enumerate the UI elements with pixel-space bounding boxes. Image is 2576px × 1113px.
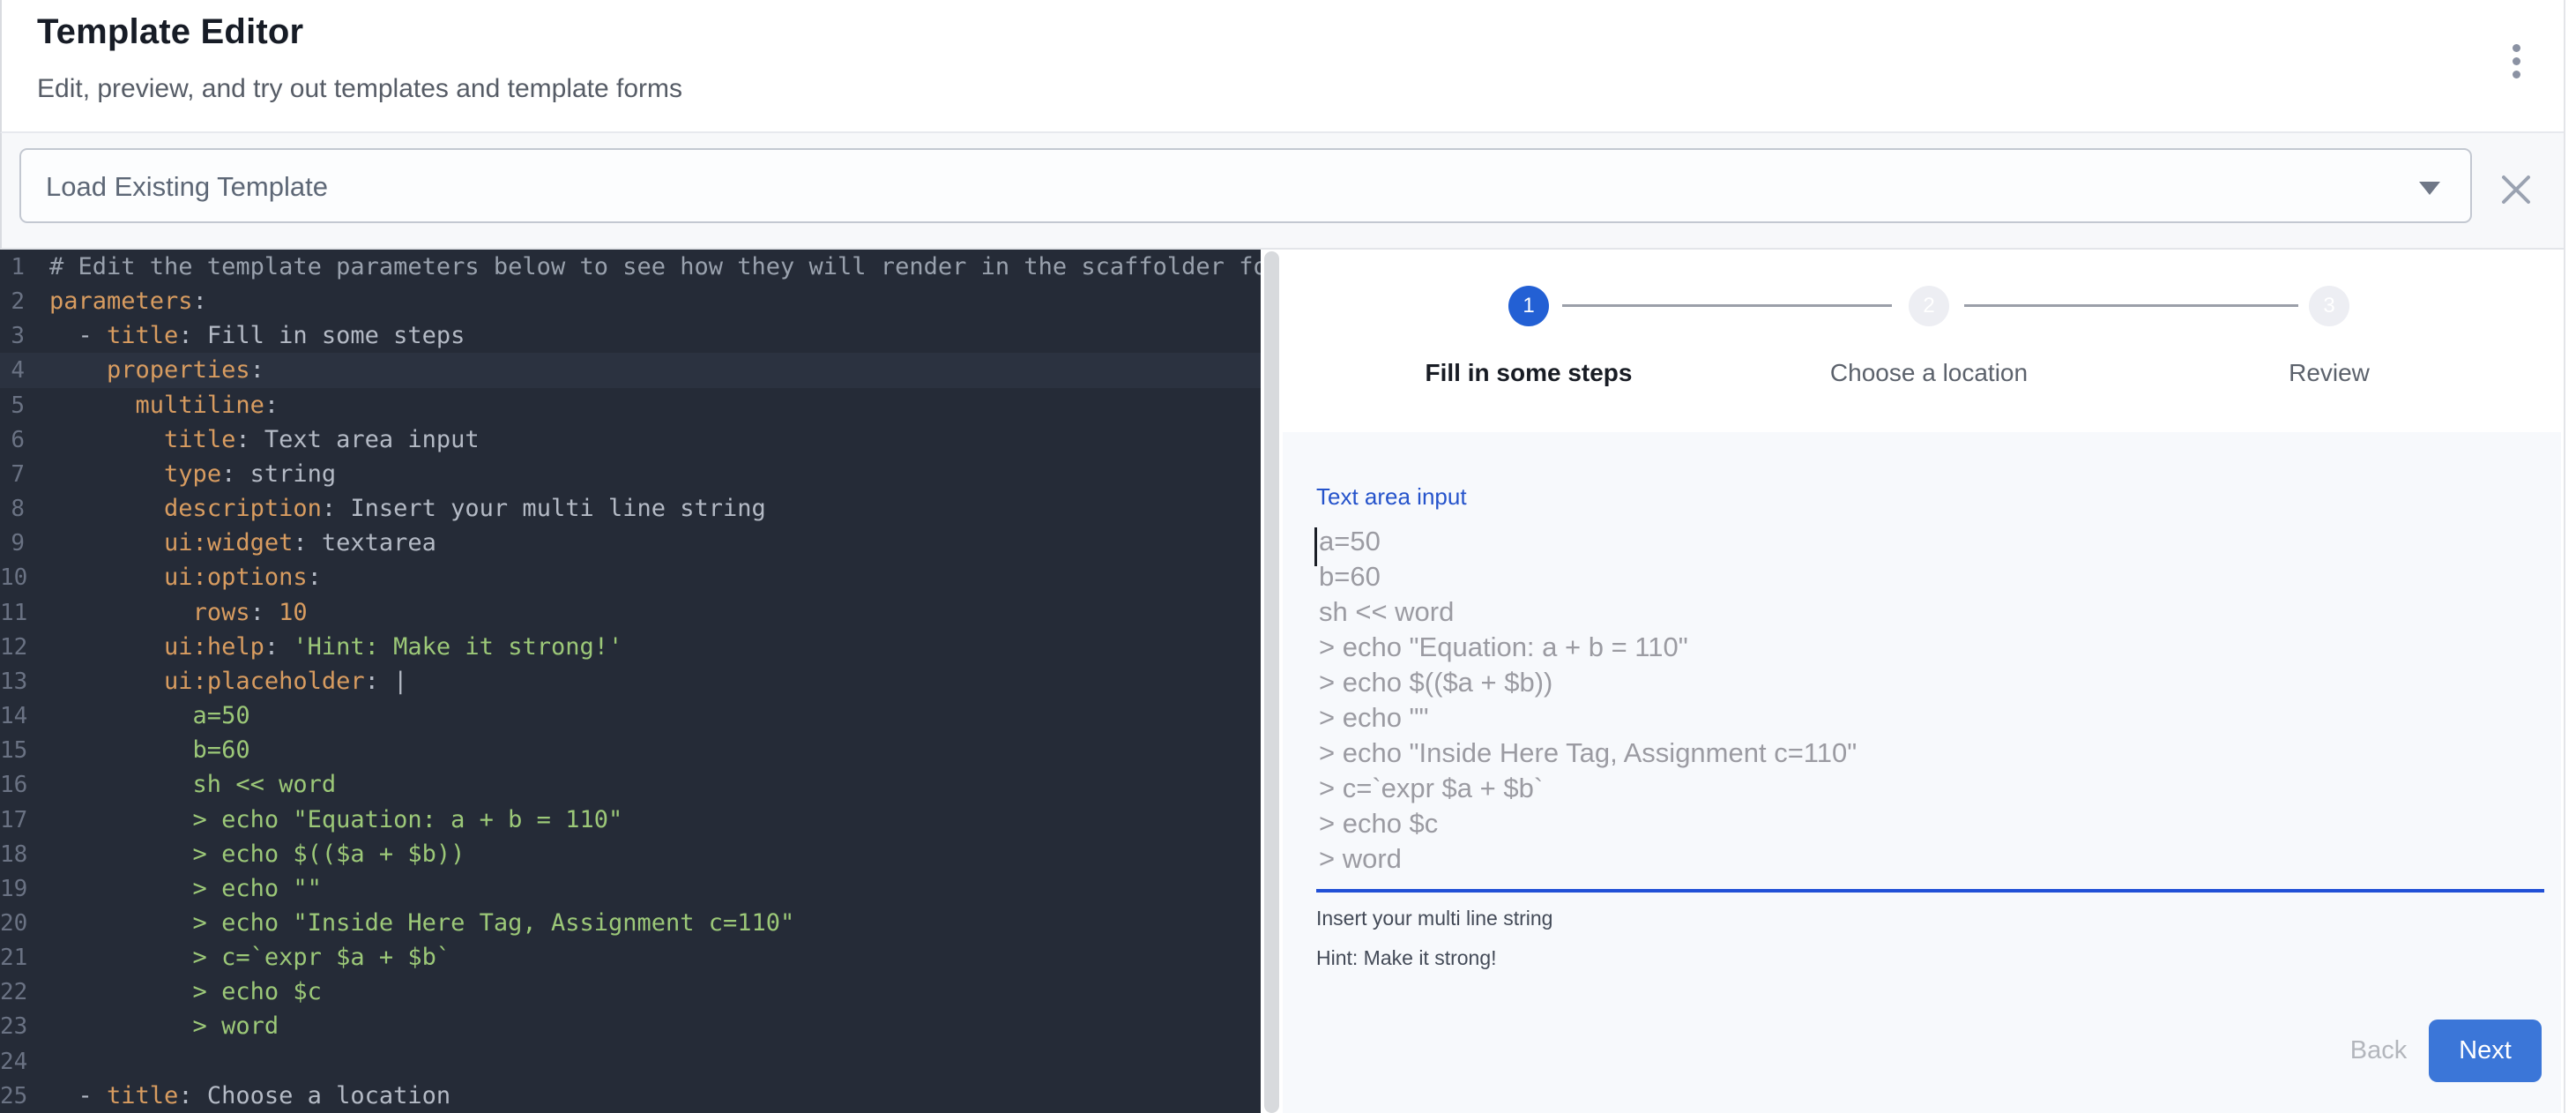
line-number: 25 bbox=[0, 1079, 49, 1113]
textarea-placeholder-line: > echo "Equation: a + b = 110" bbox=[1319, 630, 2531, 665]
editor-line: 16 sh << word bbox=[0, 767, 1261, 802]
template-picker-section: Load Existing Template bbox=[0, 133, 2576, 250]
textarea-placeholder-line: sh << word bbox=[1319, 594, 2531, 630]
editor-line: 25 - title: Choose a location bbox=[0, 1079, 1261, 1113]
line-number: 2 bbox=[0, 285, 49, 319]
textarea-placeholder-line: > word bbox=[1319, 841, 2531, 877]
clear-selection-button[interactable] bbox=[2495, 168, 2537, 211]
step-connector bbox=[1562, 304, 1892, 307]
kebab-menu-icon[interactable] bbox=[2497, 37, 2535, 93]
main-split: 1# Edit the template parameters below to… bbox=[0, 250, 2576, 1113]
line-number: 1 bbox=[0, 250, 49, 285]
step-label-2: Choose a location bbox=[1830, 359, 2028, 387]
editor-line: 12 ui:help: 'Hint: Make it strong!' bbox=[0, 630, 1261, 664]
editor-line: 1# Edit the template parameters below to… bbox=[0, 250, 1261, 284]
line-number: 4 bbox=[0, 354, 49, 388]
editor-line: 20 > echo "Inside Here Tag, Assignment c… bbox=[0, 906, 1261, 940]
scrollbar-gutter[interactable] bbox=[2564, 0, 2576, 1113]
line-number: 6 bbox=[0, 423, 49, 458]
textarea-input[interactable]: a=50b=60sh << word> echo "Equation: a + … bbox=[1314, 524, 2531, 887]
editor-line: 18 > echo $(($a + $b)) bbox=[0, 837, 1261, 871]
pane-divider[interactable] bbox=[1264, 251, 1279, 1113]
line-number: 23 bbox=[0, 1010, 49, 1044]
editor-line: 5 multiline: bbox=[0, 388, 1261, 422]
textarea-placeholder-line: > echo "Inside Here Tag, Assignment c=11… bbox=[1319, 736, 2531, 771]
editor-line: 11 rows: 10 bbox=[0, 595, 1261, 630]
line-number: 15 bbox=[0, 734, 49, 768]
editor-line: 4 properties: bbox=[0, 353, 1261, 387]
line-number: 22 bbox=[0, 975, 49, 1010]
preview-pane: 1 Fill in some steps 2 Choose a location 3 Re… bbox=[1279, 250, 2564, 1113]
step-label-1: Fill in some steps bbox=[1426, 359, 1633, 387]
page-subtitle: Edit, preview, and try out templates and… bbox=[37, 74, 682, 104]
line-number: 3 bbox=[0, 319, 49, 354]
line-number: 10 bbox=[0, 561, 49, 595]
field-help-text: Hint: Make it strong! bbox=[1316, 946, 1497, 970]
editor-line: 13 ui:placeholder: | bbox=[0, 664, 1261, 698]
line-number: 13 bbox=[0, 665, 49, 699]
line-number: 17 bbox=[0, 803, 49, 838]
line-number: 21 bbox=[0, 941, 49, 975]
line-number: 18 bbox=[0, 838, 49, 872]
load-template-select[interactable]: Load Existing Template bbox=[19, 148, 2472, 223]
editor-line: 6 title: Text area input bbox=[0, 422, 1261, 457]
textarea-placeholder-line: > echo "" bbox=[1319, 700, 2531, 736]
textarea-underline bbox=[1316, 889, 2544, 893]
step-label-3: Review bbox=[2289, 359, 2370, 387]
editor-line: 21 > c=`expr $a + $b` bbox=[0, 940, 1261, 975]
editor-line: 7 type: string bbox=[0, 457, 1261, 491]
editor-line: 8 description: Insert your multi line st… bbox=[0, 491, 1261, 526]
editor-line: 2parameters: bbox=[0, 284, 1261, 318]
close-icon bbox=[2495, 168, 2537, 211]
editor-line: 22 > echo $c bbox=[0, 975, 1261, 1009]
textarea-placeholder-line: > c=`expr $a + $b` bbox=[1319, 771, 2531, 806]
page-header: Template Editor Edit, preview, and try o… bbox=[0, 0, 2576, 133]
step-circle-2: 2 bbox=[1909, 286, 1949, 326]
step-connector bbox=[1964, 304, 2298, 307]
textarea-placeholder-line: b=60 bbox=[1319, 559, 2531, 594]
back-button[interactable]: Back bbox=[2330, 1030, 2427, 1071]
line-number: 9 bbox=[0, 527, 49, 561]
line-number: 20 bbox=[0, 907, 49, 941]
editor-line: 3 - title: Fill in some steps bbox=[0, 318, 1261, 353]
field-description: Insert your multi line string bbox=[1316, 907, 1552, 930]
template-editor-page: Template Editor Edit, preview, and try o… bbox=[0, 0, 2576, 1113]
line-number: 8 bbox=[0, 492, 49, 527]
editor-line: 17 > echo "Equation: a + b = 110" bbox=[0, 803, 1261, 837]
editor-line: 15 b=60 bbox=[0, 733, 1261, 767]
editor-line: 10 ui:options: bbox=[0, 560, 1261, 594]
textarea-placeholder-line: > echo $c bbox=[1319, 806, 2531, 841]
line-number: 11 bbox=[0, 596, 49, 631]
chevron-down-icon bbox=[2419, 182, 2440, 195]
line-number: 16 bbox=[0, 768, 49, 803]
form-panel: Text area input a=50b=60sh << word> echo… bbox=[1283, 432, 2561, 1113]
next-button[interactable]: Next bbox=[2429, 1020, 2542, 1082]
line-number: 14 bbox=[0, 699, 49, 734]
editor-line: 19 > echo "" bbox=[0, 871, 1261, 906]
step-circle-3: 3 bbox=[2309, 286, 2349, 326]
editor-line: 23 > word bbox=[0, 1009, 1261, 1043]
line-number: 12 bbox=[0, 631, 49, 665]
text-caret bbox=[1314, 527, 1317, 566]
line-number: 24 bbox=[0, 1045, 49, 1079]
load-template-select-value: Load Existing Template bbox=[46, 171, 328, 203]
textarea-placeholder-line: > echo $(($a + $b)) bbox=[1319, 665, 2531, 700]
page-title: Template Editor bbox=[37, 12, 303, 52]
editor-line: 14 a=50 bbox=[0, 698, 1261, 733]
textarea-label: Text area input bbox=[1316, 483, 1467, 511]
line-number: 19 bbox=[0, 872, 49, 907]
editor-line: 24 bbox=[0, 1044, 1261, 1079]
step-circle-1: 1 bbox=[1508, 286, 1549, 326]
editor-line: 9 ui:widget: textarea bbox=[0, 526, 1261, 560]
code-editor[interactable]: 1# Edit the template parameters below to… bbox=[0, 250, 1261, 1113]
textarea-placeholder-line: a=50 bbox=[1319, 524, 2531, 559]
line-number: 7 bbox=[0, 458, 49, 492]
line-number: 5 bbox=[0, 389, 49, 423]
